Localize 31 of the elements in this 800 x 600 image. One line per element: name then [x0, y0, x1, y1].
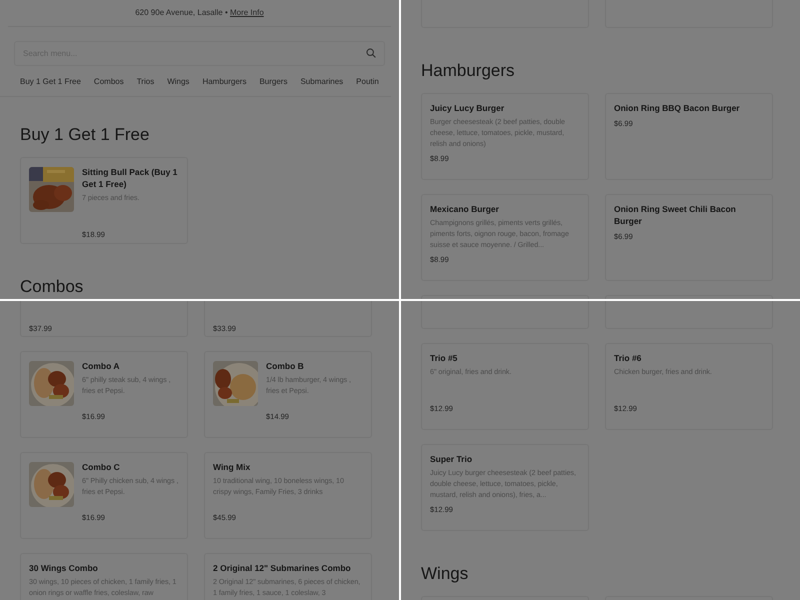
- category-tab[interactable]: Buy 1 Get 1 Free: [20, 76, 81, 86]
- category-tab[interactable]: Poutin: [356, 76, 379, 86]
- more-info-link[interactable]: More Info: [230, 8, 264, 17]
- item-name: Juicy Lucy Burger: [430, 102, 506, 114]
- item-name: Wing Mix: [213, 461, 252, 473]
- category-tab[interactable]: Combos: [94, 76, 124, 86]
- item-name: Sitting Bull Pack (Buy 1 Get 1 Free): [82, 166, 178, 190]
- item-name: Combo B: [266, 360, 305, 372]
- section-heading: Buy 1 Get 1 Free: [20, 124, 150, 146]
- section-heading: Hamburgers: [421, 60, 516, 82]
- item-name: 30 Wings Combo: [29, 562, 99, 574]
- menu-item-card[interactable]: [605, 301, 773, 329]
- item-name: Combo A: [82, 360, 120, 372]
- item-name: Mexicano Burger: [430, 203, 500, 215]
- category-tab[interactable]: Burgers: [259, 76, 288, 86]
- menu-item-card[interactable]: [421, 301, 589, 329]
- item-name: Onion Ring Sweet Chili Bacon Burger: [614, 203, 737, 227]
- section-heading: Combos: [20, 276, 84, 298]
- item-name: 2 Original 12" Submarines Combo: [213, 562, 352, 574]
- item-name: Trio #6: [614, 352, 642, 364]
- section-heading: Wings: [421, 563, 470, 585]
- category-tab[interactable]: Submarines: [300, 76, 344, 86]
- item-name: Onion Ring BBQ Bacon Burger: [614, 102, 740, 114]
- item-name: Trio #5: [430, 352, 458, 364]
- item-name: Super Trio: [430, 453, 474, 465]
- search-icon[interactable]: [366, 48, 376, 58]
- category-tab[interactable]: Hamburgers: [202, 76, 246, 86]
- category-tab[interactable]: Trios: [136, 76, 154, 86]
- item-name: Combo C: [82, 461, 121, 473]
- category-tab[interactable]: Wings: [167, 76, 190, 86]
- address-text: 620 90e Avenue, Lasalle •: [135, 8, 229, 17]
